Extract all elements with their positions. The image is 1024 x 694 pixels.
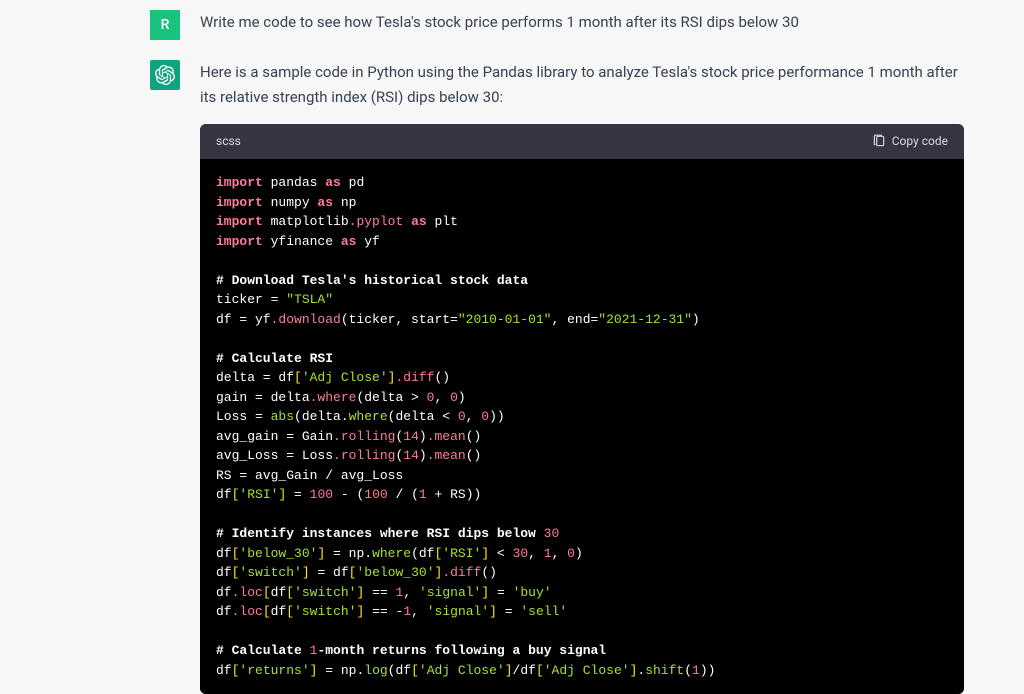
copy-code-button[interactable]: Copy code (872, 132, 948, 152)
clipboard-icon (872, 134, 886, 148)
code-body[interactable]: import pandas as pd import numpy as np i… (200, 159, 964, 694)
assistant-message-content: Here is a sample code in Python using th… (200, 60, 964, 694)
chat-container: R Write me code to see how Tesla's stock… (0, 0, 1024, 694)
code-block: scss Copy code import pandas as pd impor… (200, 124, 964, 694)
user-message: R Write me code to see how Tesla's stock… (150, 10, 964, 40)
assistant-message: Here is a sample code in Python using th… (150, 60, 964, 694)
openai-logo-icon (155, 65, 175, 85)
user-message-text: Write me code to see how Tesla's stock p… (200, 10, 964, 40)
user-avatar-letter: R (161, 17, 170, 33)
assistant-message-text: Here is a sample code in Python using th… (200, 60, 964, 110)
code-language-label: scss (216, 132, 241, 152)
assistant-avatar (150, 60, 180, 90)
copy-code-label: Copy code (892, 132, 948, 152)
code-header: scss Copy code (200, 124, 964, 160)
user-avatar: R (150, 10, 180, 40)
